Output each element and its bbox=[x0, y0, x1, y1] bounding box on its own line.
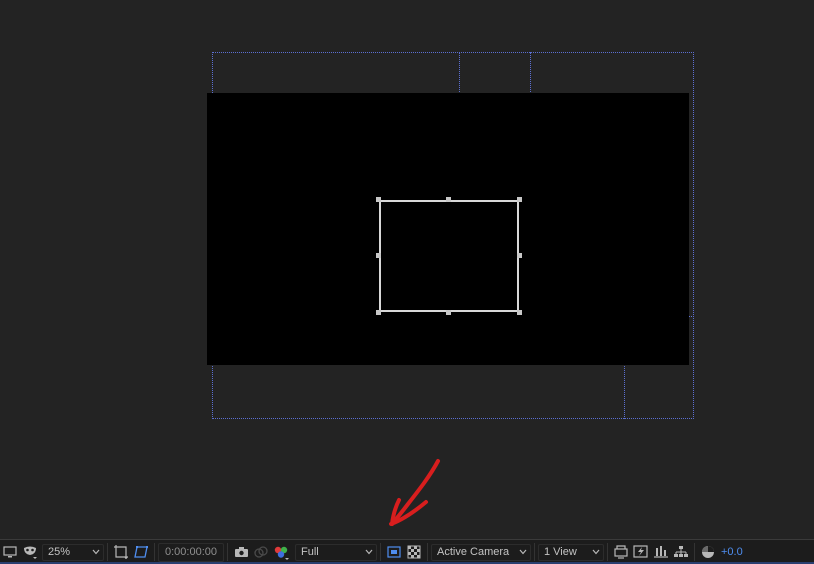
viewer-toolbar: 25% 0:00:00:00 Full Active Camera 1 View bbox=[0, 539, 814, 564]
transform-handle[interactable] bbox=[376, 197, 381, 202]
chevron-down-icon bbox=[519, 549, 527, 555]
divider bbox=[694, 543, 695, 561]
timeline-icon[interactable] bbox=[652, 543, 670, 561]
divider bbox=[380, 543, 381, 561]
guide-line bbox=[624, 364, 625, 419]
transform-handle[interactable] bbox=[446, 197, 451, 202]
exposure-value[interactable]: +0.0 bbox=[721, 546, 743, 558]
transform-handle[interactable] bbox=[517, 253, 522, 258]
transform-handle[interactable] bbox=[446, 310, 451, 315]
resolution-value: Full bbox=[301, 546, 319, 558]
divider bbox=[607, 543, 608, 561]
transform-handle[interactable] bbox=[517, 197, 522, 202]
resolution-dropdown[interactable]: Full bbox=[295, 543, 377, 561]
views-dropdown[interactable]: 1 View bbox=[538, 543, 604, 561]
current-time-display[interactable]: 0:00:00:00 bbox=[158, 542, 224, 562]
show-snapshot-icon[interactable] bbox=[252, 543, 270, 561]
fast-previews-icon[interactable] bbox=[632, 543, 650, 561]
magnification-dropdown[interactable]: 25% bbox=[42, 543, 104, 561]
reset-exposure-icon[interactable] bbox=[699, 543, 717, 561]
annotation-arrow-icon bbox=[389, 459, 440, 526]
snapshot-camera-icon[interactable] bbox=[232, 543, 250, 561]
guide-line bbox=[459, 52, 460, 94]
camera-dropdown[interactable]: Active Camera bbox=[431, 543, 531, 561]
views-value: 1 View bbox=[544, 546, 577, 558]
region-of-interest-icon[interactable] bbox=[385, 543, 403, 561]
mask-icon[interactable] bbox=[21, 543, 39, 561]
toggle-mask-visibility-icon[interactable] bbox=[132, 543, 150, 561]
monitor-icon[interactable] bbox=[1, 543, 19, 561]
3d-view-icon[interactable] bbox=[612, 543, 630, 561]
transform-handle[interactable] bbox=[376, 253, 381, 258]
camera-value: Active Camera bbox=[437, 546, 510, 558]
layer-bounding-box[interactable] bbox=[379, 200, 519, 312]
divider bbox=[427, 543, 428, 561]
chevron-down-icon bbox=[365, 549, 373, 555]
magnification-value: 25% bbox=[48, 546, 71, 558]
transform-handle[interactable] bbox=[517, 310, 522, 315]
composition-viewer[interactable] bbox=[0, 0, 814, 539]
divider bbox=[534, 543, 535, 561]
divider bbox=[227, 543, 228, 561]
safe-zones-icon[interactable] bbox=[112, 543, 130, 561]
divider bbox=[107, 543, 108, 561]
guide-line bbox=[530, 52, 531, 94]
guide-line bbox=[689, 316, 694, 317]
chevron-down-icon bbox=[592, 549, 600, 555]
flowchart-icon[interactable] bbox=[672, 543, 690, 561]
chevron-down-icon bbox=[92, 549, 100, 555]
divider bbox=[154, 543, 155, 561]
transform-handle[interactable] bbox=[376, 310, 381, 315]
transparency-grid-icon[interactable] bbox=[405, 543, 423, 561]
color-channels-icon[interactable] bbox=[272, 543, 290, 561]
